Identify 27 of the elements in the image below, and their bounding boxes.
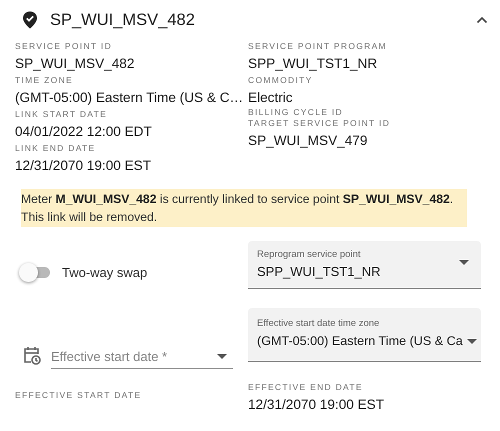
field-value: 12/31/2070 19:00 EST bbox=[15, 157, 152, 175]
field-label: COMMODITY bbox=[248, 74, 313, 87]
field-value: SPP_WUI_TST1_NR bbox=[248, 55, 378, 73]
field-label: SERVICE POINT ID bbox=[15, 40, 112, 53]
field-label: SERVICE POINT PROGRAM bbox=[248, 40, 387, 53]
field-value: 12/31/2070 19:00 EST bbox=[248, 396, 384, 414]
field-label: BILLING CYCLE ID bbox=[248, 108, 343, 117]
chevron-up-icon[interactable] bbox=[476, 16, 488, 24]
field-value: SP_WUI_MSV_482 bbox=[15, 55, 134, 73]
location-check-icon bbox=[22, 11, 38, 29]
field-label: TIME ZONE bbox=[15, 74, 73, 87]
field-label: LINK START DATE bbox=[15, 108, 108, 121]
toggle-label: Two-way swap bbox=[62, 265, 148, 280]
field-value: SP_WUI_MSV_479 bbox=[248, 132, 368, 150]
field-value: Electric bbox=[248, 89, 293, 107]
field-value: 04/01/2022 12:00 EDT bbox=[15, 123, 152, 141]
card-title: SP_WUI_MSV_482 bbox=[50, 10, 196, 30]
warning-message: Meter M_WUI_MSV_482 is currently linked to service point SP_WUI_MSV_482. This link will be removed. bbox=[21, 189, 467, 227]
field-label: LINK END DATE bbox=[15, 142, 96, 155]
select-field[interactable]: Effective start date time zone (GMT-05:00) Eastern Time (US & Ca bbox=[248, 308, 481, 362]
field-label: EFFECTIVE END DATE bbox=[248, 381, 363, 394]
field-value: (GMT-05:00) Eastern Time (US & C… bbox=[15, 89, 244, 107]
select-field[interactable]: Reprogram service point SPP_WUI_TST1_NR bbox=[248, 241, 481, 289]
field-label: EFFECTIVE START DATE bbox=[15, 389, 142, 402]
field-label: TARGET SERVICE POINT ID bbox=[248, 117, 390, 130]
calendar-clock-icon[interactable] bbox=[23, 346, 41, 365]
date-field[interactable]: Effective start date * bbox=[51, 349, 233, 369]
